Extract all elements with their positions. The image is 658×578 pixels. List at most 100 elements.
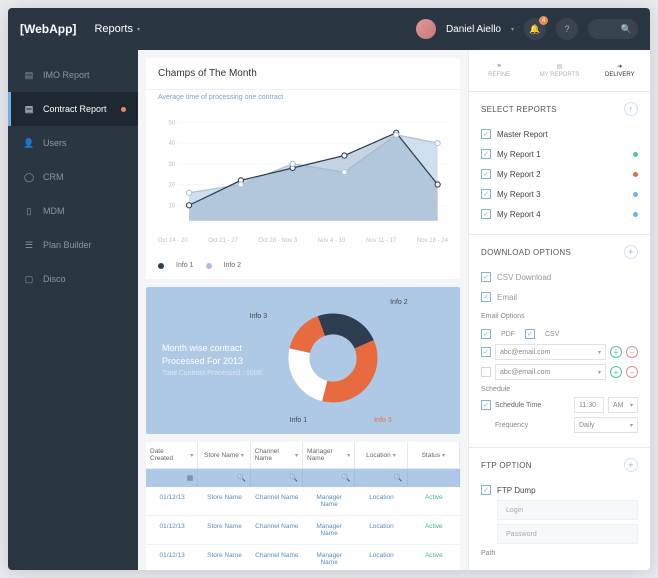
legend-label: Info 2 <box>224 262 242 269</box>
tab-refine[interactable]: ⚑REFINE <box>469 50 529 91</box>
email-options-label: Email Options <box>481 313 638 320</box>
filter-location[interactable]: 🔍 <box>355 469 407 487</box>
email2-checkbox[interactable]: ✓ <box>481 367 491 377</box>
frequency-field[interactable]: Daily▾ <box>574 417 638 433</box>
user-chevron-icon[interactable]: ▾ <box>511 26 514 33</box>
add-email-button[interactable]: + <box>610 346 622 358</box>
donut-subtitle: Total Contract Processed : 1000 <box>162 369 262 380</box>
sidebar-item-imo[interactable]: ▤IMO Report <box>8 58 138 92</box>
email-download-row[interactable]: ✓Email <box>481 287 638 307</box>
sidebar-item-label: CRM <box>43 172 64 182</box>
filter-date[interactable]: ▦ <box>146 469 198 487</box>
filter-store[interactable]: 🔍 <box>198 469 250 487</box>
table-header: Date Created▾ Store Name▾ Channel Name▾ … <box>146 442 460 469</box>
legend-dot <box>206 263 212 269</box>
checkbox-icon[interactable]: ✓ <box>481 189 491 199</box>
sidebar-item-plan[interactable]: ☰Plan Builder <box>8 228 138 262</box>
pdf-checkbox[interactable]: ✓ <box>481 329 491 339</box>
sidebar-item-users[interactable]: 👤Users <box>8 126 138 160</box>
champs-title: Champs of The Month <box>146 58 460 90</box>
sidebar-item-label: IMO Report <box>43 70 90 80</box>
status-dot <box>633 152 638 157</box>
ftp-password-input[interactable]: Password <box>497 524 638 544</box>
report-row[interactable]: ✓Master Report <box>481 124 638 144</box>
help-icon[interactable]: ? <box>556 18 578 40</box>
donut-label-info1: Info 1 <box>290 417 308 424</box>
list-icon: ☰ <box>23 239 35 251</box>
donut-label-info2: Info 2 <box>390 299 408 306</box>
legend-label: Info 1 <box>176 262 194 269</box>
brand-logo: [WebApp] <box>20 22 76 36</box>
email2-field[interactable]: abc@email.com▾ <box>495 364 606 380</box>
status-dot <box>633 212 638 217</box>
reports-label: Reports <box>94 23 133 35</box>
checkbox-icon[interactable]: ✓ <box>481 169 491 179</box>
sidebar-item-label: Disco <box>43 274 66 284</box>
add-email-button[interactable]: + <box>610 366 622 378</box>
data-table: Date Created▾ Store Name▾ Channel Name▾ … <box>146 442 460 570</box>
csv-download-row[interactable]: ✓CSV Download <box>481 267 638 287</box>
chart-legend: Info 1 Info 2 <box>146 256 460 279</box>
checkbox-icon[interactable]: ✓ <box>481 149 491 159</box>
add-ftp-button[interactable]: + <box>624 458 638 472</box>
del-email-button[interactable]: − <box>626 346 638 358</box>
body: ▤IMO Report ▤Contract Report 👤Users ◯CRM… <box>8 50 650 570</box>
sidebar-item-contract[interactable]: ▤Contract Report <box>8 92 138 126</box>
svg-text:20: 20 <box>168 182 175 189</box>
filter-channel[interactable]: 🔍 <box>251 469 303 487</box>
col-date[interactable]: Date Created▾ <box>146 442 198 468</box>
sidebar-item-disco[interactable]: ▢Disco <box>8 262 138 296</box>
search-button[interactable]: 🔍 <box>588 19 638 39</box>
col-store[interactable]: Store Name▾ <box>198 442 250 468</box>
table-row[interactable]: 01/12/13Store NameChannel NameManager Na… <box>146 545 460 570</box>
ftp-dump-row[interactable]: ✓FTP Dump <box>481 480 638 500</box>
notif-badge: 4 <box>539 16 548 25</box>
checkbox-icon[interactable]: ✓ <box>481 485 491 495</box>
chevron-down-icon: ▾ <box>137 26 140 33</box>
table-row[interactable]: 01/12/13Store NameChannel NameManager Na… <box>146 516 460 545</box>
select-reports-section: SELECT REPORTS↑ ✓Master Report ✓My Repor… <box>469 92 650 235</box>
sidebar-item-mdm[interactable]: ▯MDM <box>8 194 138 228</box>
col-manager[interactable]: Manager Name▾ <box>303 442 355 468</box>
checkbox-icon[interactable]: ✓ <box>481 129 491 139</box>
ftp-section: FTP OPTION+ ✓FTP Dump Login Password Pat… <box>469 448 650 570</box>
report-row[interactable]: ✓My Report 4 <box>481 204 638 224</box>
filter-status[interactable] <box>408 469 460 487</box>
svg-text:40: 40 <box>168 140 175 147</box>
sidebar-item-label: Users <box>43 138 67 148</box>
add-download-button[interactable]: + <box>624 245 638 259</box>
sidebar-item-label: Contract Report <box>43 104 107 114</box>
checkbox-icon[interactable]: ✓ <box>481 292 491 302</box>
email1-field[interactable]: abc@email.com▾ <box>495 344 606 360</box>
col-status[interactable]: Status▾ <box>408 442 460 468</box>
report-row[interactable]: ✓My Report 2 <box>481 164 638 184</box>
email1-checkbox[interactable]: ✓ <box>481 347 491 357</box>
table-row[interactable]: 01/12/13Store NameChannel NameManager Na… <box>146 487 460 516</box>
col-channel[interactable]: Channel Name▾ <box>251 442 303 468</box>
csv-checkbox[interactable]: ✓ <box>525 329 535 339</box>
col-location[interactable]: Location▾ <box>355 442 407 468</box>
avatar[interactable] <box>416 19 436 39</box>
filter-manager[interactable]: 🔍 <box>303 469 355 487</box>
checkbox-icon[interactable]: ✓ <box>481 272 491 282</box>
schedule-checkbox[interactable]: ✓ <box>481 400 491 410</box>
ftp-title: FTP OPTION <box>481 461 532 470</box>
reports-dropdown[interactable]: Reports ▾ <box>94 23 140 35</box>
tab-myreports[interactable]: ▤MY REPORTS <box>529 50 589 91</box>
table-filters: ▦ 🔍 🔍 🔍 🔍 <box>146 469 460 487</box>
line-chart: 5040302010 Oct 14 - 20Oct 21 - 27Oct 28 … <box>146 101 460 256</box>
del-email-button[interactable]: − <box>626 366 638 378</box>
report-row[interactable]: ✓My Report 3 <box>481 184 638 204</box>
tab-delivery[interactable]: ➜DELIVERY <box>590 50 650 91</box>
checkbox-icon[interactable]: ✓ <box>481 209 491 219</box>
time-field[interactable]: 11:30 <box>574 397 604 413</box>
report-row[interactable]: ✓My Report 1 <box>481 144 638 164</box>
add-report-button[interactable]: ↑ <box>624 102 638 116</box>
donut-label-info3: Info 3 <box>250 313 268 320</box>
x-axis-ticks: Oct 14 - 20Oct 21 - 27Oct 28 - Nov 3Nov … <box>158 238 448 244</box>
ampm-field[interactable]: AM▾ <box>608 397 638 413</box>
status-dot <box>633 192 638 197</box>
ftp-login-input[interactable]: Login <box>497 500 638 520</box>
notification-icon[interactable]: 🔔4 <box>524 18 546 40</box>
sidebar-item-crm[interactable]: ◯CRM <box>8 160 138 194</box>
